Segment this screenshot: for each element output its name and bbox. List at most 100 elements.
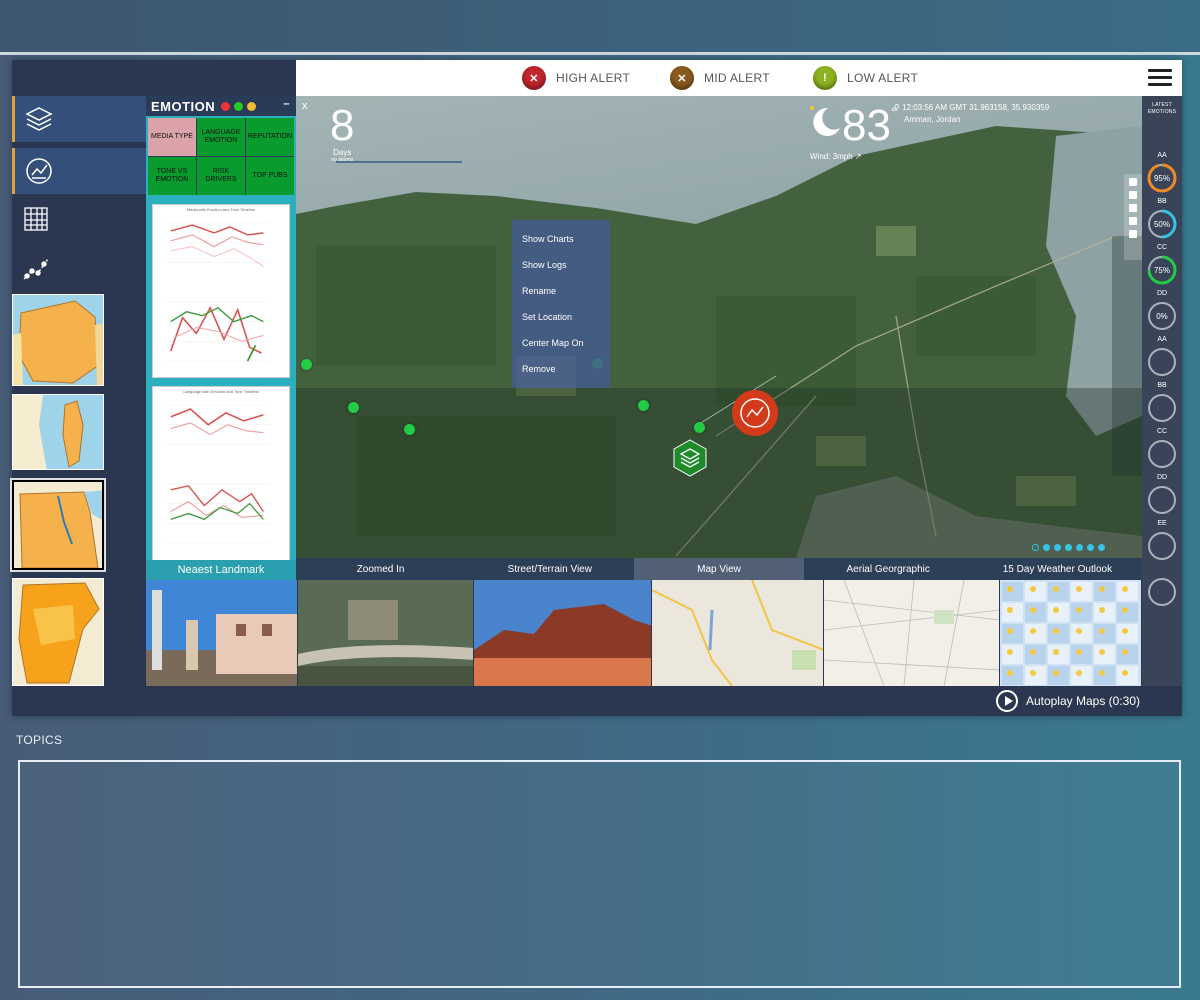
context-show-logs[interactable]: Show Logs xyxy=(512,254,610,280)
weather-day-cell xyxy=(1094,666,1115,685)
desert-terrain-image xyxy=(474,580,651,686)
map-tool-icon[interactable] xyxy=(1129,178,1137,186)
map-thumbnail-jordan[interactable] xyxy=(12,578,104,686)
weather-day-cell xyxy=(1048,666,1069,685)
tab-map-view[interactable]: Map View xyxy=(634,558,804,582)
emotion-ring-gauge[interactable] xyxy=(1146,484,1178,516)
emotion-chart-pin-icon[interactable] xyxy=(730,388,780,438)
context-set-location[interactable]: Set Location xyxy=(512,306,610,332)
emotion-ring-gauge[interactable] xyxy=(1146,530,1178,562)
weather-day-cell xyxy=(1117,603,1138,622)
emotion-category-grid: MEDIA TYPE LANGUAGE EMOTION REPUTATION T… xyxy=(148,118,294,195)
emotion-ring-gauge[interactable] xyxy=(1146,438,1178,470)
tab-zoomed-in[interactable]: Zoomed In xyxy=(296,558,465,582)
map-marker[interactable] xyxy=(348,402,359,413)
zoomed-in-view[interactable] xyxy=(298,580,474,686)
emotion-ring-gauge[interactable]: 75% xyxy=(1146,254,1178,286)
page-dot[interactable] xyxy=(1032,544,1039,551)
minimize-icon[interactable]: – xyxy=(283,98,290,110)
tab-aerial-geographic[interactable]: Aerial Georgraphic xyxy=(804,558,973,582)
sun-icon xyxy=(1099,607,1105,613)
map-marker[interactable] xyxy=(301,359,312,370)
language-emotion-chart[interactable]: Language with Emotion and Tone Timeline xyxy=(152,386,290,562)
emotion-cell-tone-vs-emotion[interactable]: TONE VS EMOTION xyxy=(148,157,196,195)
left-nav xyxy=(12,96,146,686)
street-terrain-view[interactable] xyxy=(474,580,652,686)
sun-icon xyxy=(1007,649,1013,655)
landmark-photo[interactable] xyxy=(146,580,298,686)
emotion-ring-gauge[interactable] xyxy=(1146,392,1178,424)
nav-layers[interactable] xyxy=(12,96,146,142)
weather-day-cell xyxy=(1094,603,1115,622)
media-emotion-chart[interactable]: Media with Emotion and Tone Timeline xyxy=(152,204,290,378)
weather-outlook-view[interactable] xyxy=(1000,580,1142,686)
autoplay-maps-button[interactable]: Autoplay Maps (0:30) xyxy=(995,690,1140,712)
weather-day-cell xyxy=(1002,603,1023,622)
map-marker[interactable] xyxy=(694,422,705,433)
context-rename[interactable]: Rename xyxy=(512,280,610,306)
context-center-map[interactable]: Center Map On xyxy=(512,332,610,358)
low-alert-filter[interactable]: ! LOW ALERT xyxy=(813,66,918,90)
tab-street-terrain[interactable]: Street/Terrain View xyxy=(465,558,634,582)
weather-day-cell xyxy=(1117,666,1138,685)
map-thumbnail-egypt[interactable] xyxy=(12,480,104,570)
topics-box[interactable] xyxy=(18,760,1181,988)
map-tool-icon[interactable] xyxy=(1129,217,1137,225)
emotion-cell-reputation[interactable]: REPUTATION xyxy=(245,118,294,156)
emotion-ring-value: 75% xyxy=(1154,266,1170,275)
map-tool-icon[interactable] xyxy=(1129,191,1137,199)
context-remove[interactable]: Remove xyxy=(512,358,610,384)
menu-hamburger-icon[interactable] xyxy=(1148,69,1172,87)
map-marker[interactable] xyxy=(404,424,415,435)
mid-alert-filter[interactable]: ✕ MID ALERT xyxy=(670,66,770,90)
context-show-charts[interactable]: Show Charts xyxy=(512,228,610,254)
temperature-value: 83 xyxy=(842,101,891,150)
page-dot[interactable] xyxy=(1087,544,1094,551)
emotion-cell-media-type[interactable]: MEDIA TYPE xyxy=(148,118,196,156)
map-tool-icon[interactable] xyxy=(1129,230,1137,238)
wind-label: Wind: 3mph ↗ xyxy=(810,152,862,161)
high-alert-filter[interactable]: ✕ HIGH ALERT xyxy=(522,66,630,90)
map-marker[interactable] xyxy=(638,400,649,411)
context-menu: Show Charts Show Logs Rename Set Locatio… xyxy=(512,220,610,388)
emotion-ring-label: BB xyxy=(1157,382,1167,389)
page-dot[interactable] xyxy=(1076,544,1083,551)
emotion-cell-language-emotion[interactable]: LANGUAGE EMOTION xyxy=(196,118,245,156)
weather-day-cell xyxy=(1002,624,1023,643)
nav-scatter[interactable] xyxy=(12,246,146,292)
moon-icon xyxy=(810,106,840,136)
nav-emotion-chart[interactable] xyxy=(12,148,146,194)
emotion-ring-gauge[interactable] xyxy=(1146,346,1178,378)
page-dot[interactable] xyxy=(1065,544,1072,551)
page-dot[interactable] xyxy=(1043,544,1050,551)
emotion-ring-gauge[interactable] xyxy=(1146,576,1178,608)
aerial-map-image xyxy=(824,580,999,686)
map-tool-icon[interactable] xyxy=(1129,204,1137,212)
sun-icon xyxy=(1007,670,1013,676)
satellite-map[interactable]: x 8 Days no alarms 83 ° Wind: 3mph ↗ ⚲ 1… xyxy=(296,96,1142,558)
map-view[interactable] xyxy=(652,580,824,686)
page-dot[interactable] xyxy=(1098,544,1105,551)
tab-weather-outlook[interactable]: 15 Day Weather Outlook xyxy=(973,558,1142,582)
location-readout: ⚲ 12:03:56 AM GMT 31.963158, 35.930359 A… xyxy=(894,102,1049,126)
layers-pin-icon[interactable] xyxy=(670,438,710,478)
emotion-cell-top-pubs[interactable]: TOP PUBS xyxy=(245,157,294,195)
latest-emotions-panel: LATEST EMOTIONS AA 95% BB 50% CC 75% DD 0% AA BB CC… xyxy=(1142,96,1182,686)
map-close-icon[interactable]: x xyxy=(302,100,308,112)
emotion-ring-gauge[interactable]: 50% xyxy=(1146,208,1178,240)
nav-grid[interactable] xyxy=(12,196,146,242)
page-dot[interactable] xyxy=(1054,544,1061,551)
emotion-cell-risk-drivers[interactable]: Risk DRIVERS xyxy=(196,157,245,195)
map-thumbnail-bahrain[interactable] xyxy=(12,394,104,470)
emotion-ring-gauge[interactable]: 0% xyxy=(1146,300,1178,332)
map-thumbnail-algeria[interactable] xyxy=(12,294,104,386)
nearest-landmark-label[interactable]: Neaest Landmark xyxy=(146,560,296,580)
grid-icon xyxy=(24,207,48,231)
sun-icon xyxy=(1053,670,1059,676)
sun-icon xyxy=(1007,628,1013,634)
map-pagination xyxy=(1032,544,1105,551)
aerial-geographic-view[interactable] xyxy=(824,580,1000,686)
language-emotion-chart-title: Language with Emotion and Tone Timeline xyxy=(183,389,259,394)
sun-icon xyxy=(1122,649,1128,655)
emotion-ring-gauge[interactable]: 95% xyxy=(1146,162,1178,194)
